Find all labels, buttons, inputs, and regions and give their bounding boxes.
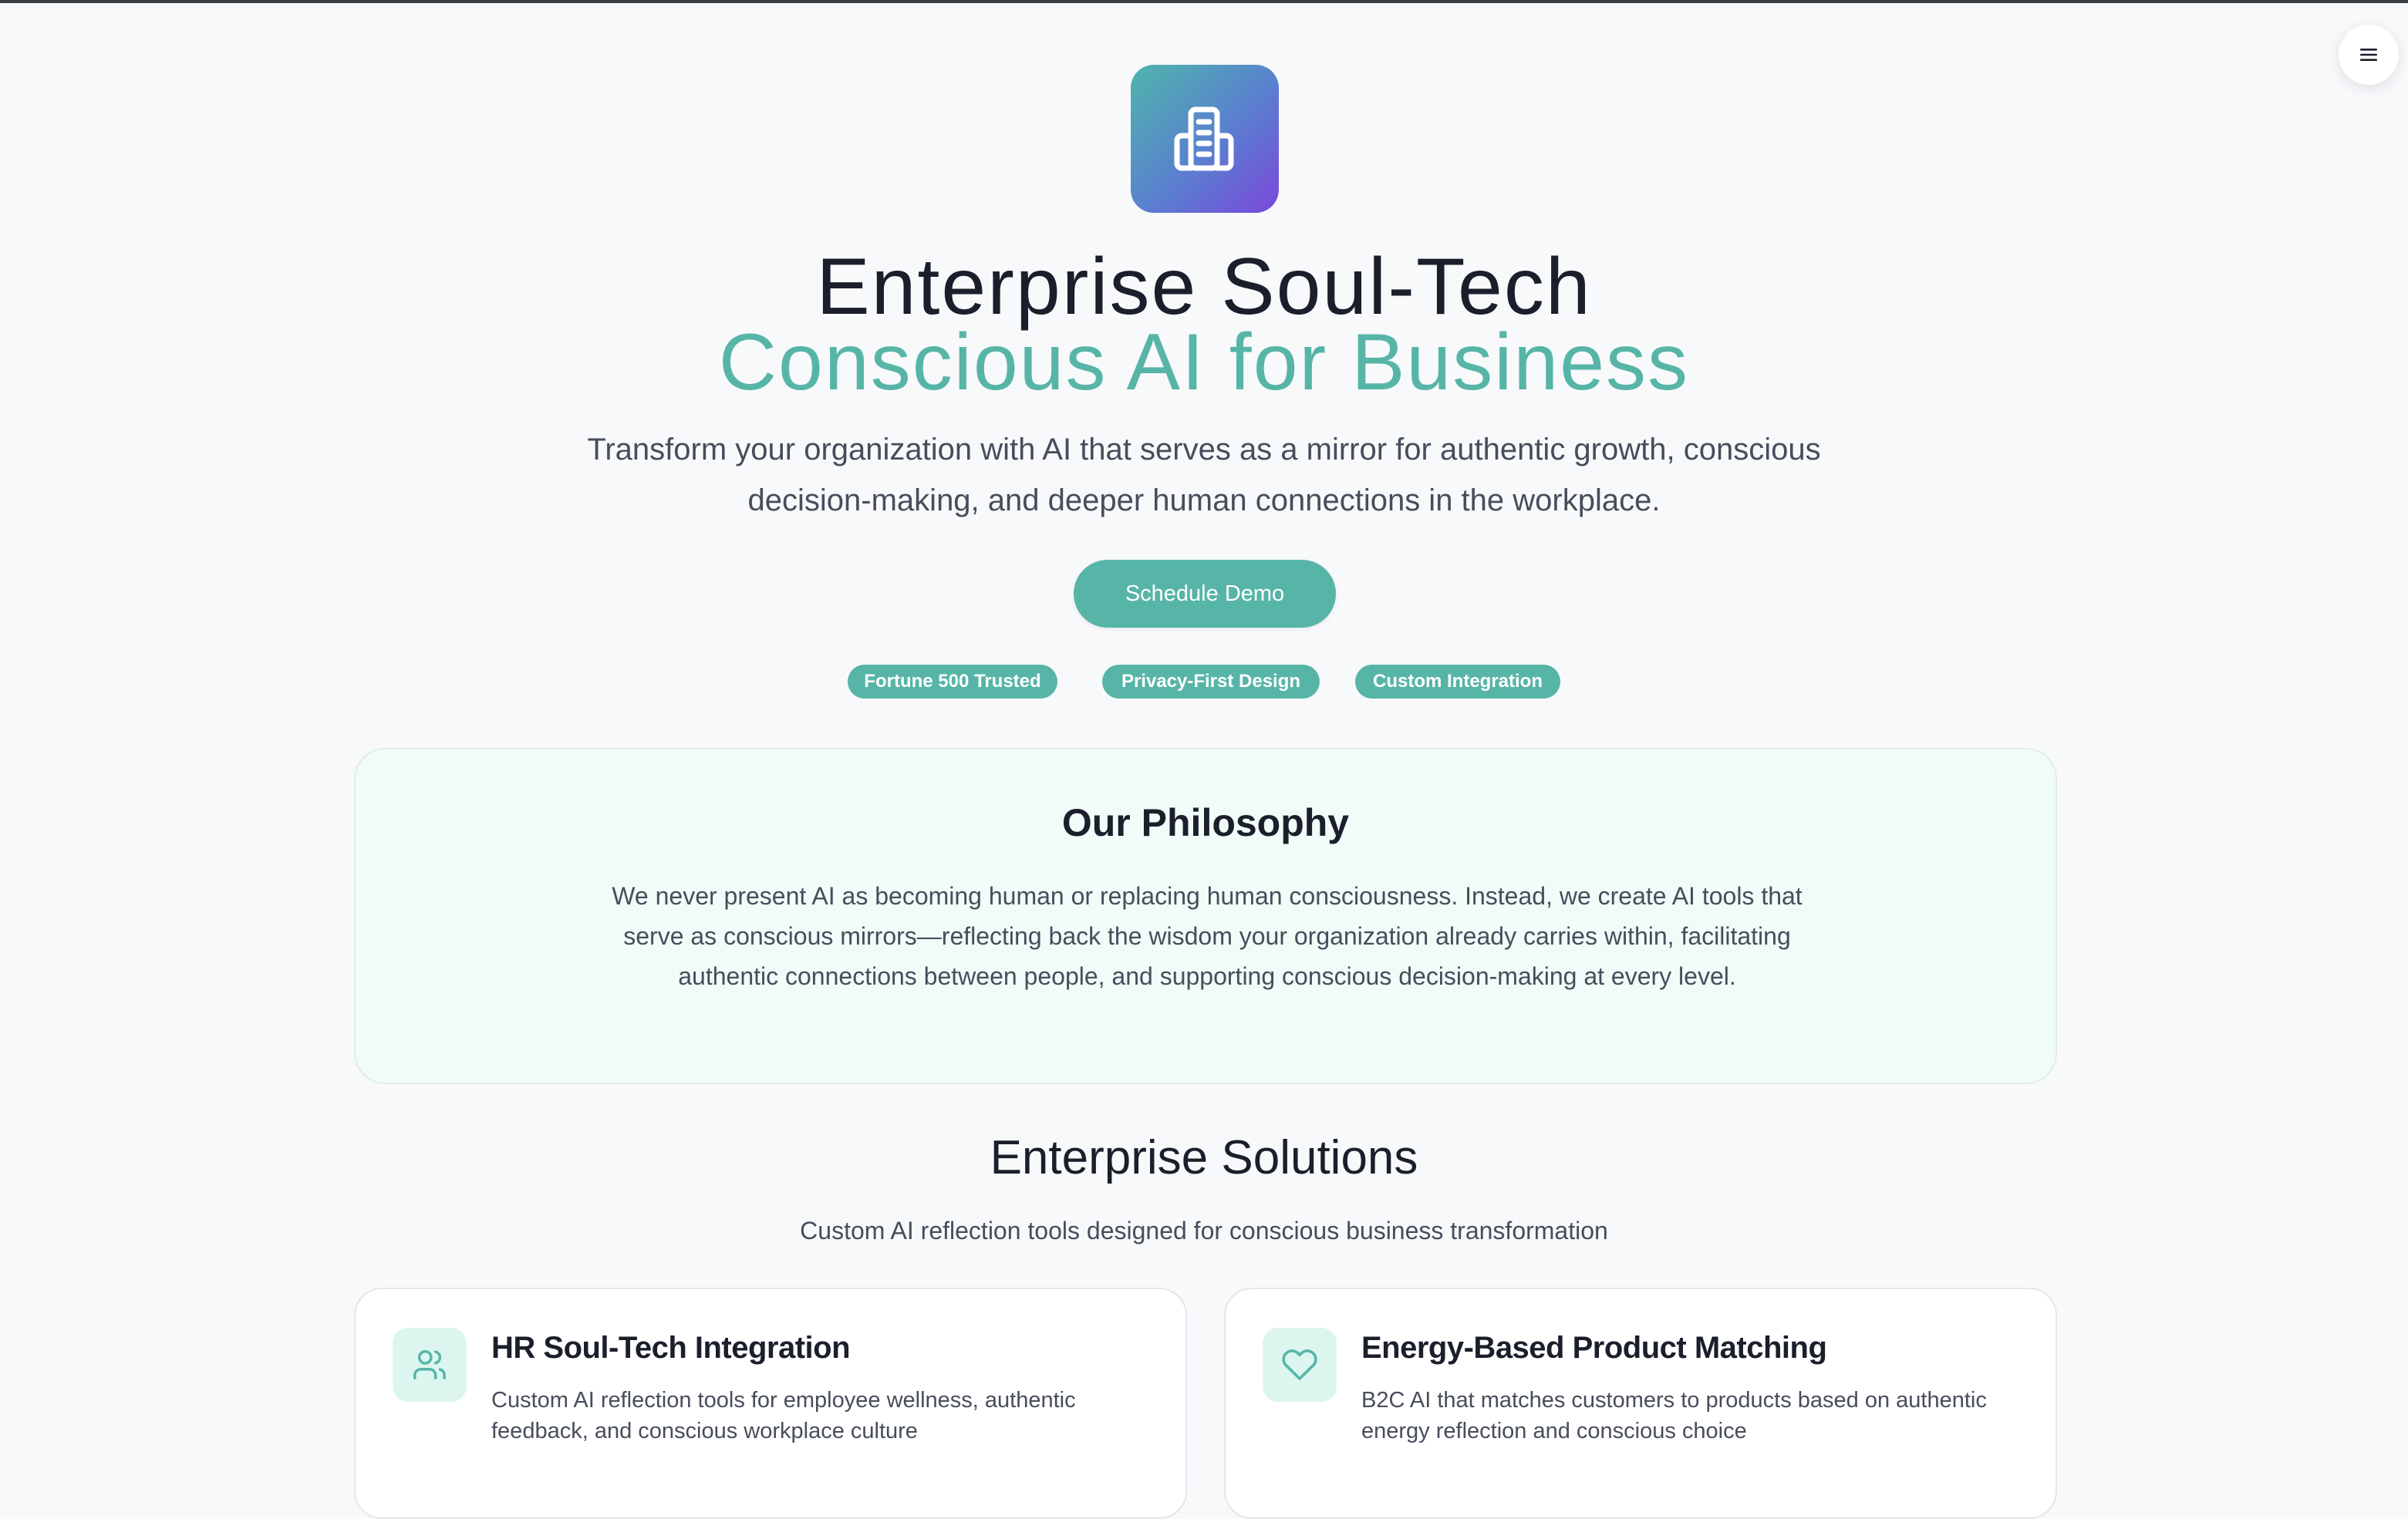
brand-logo [1131, 65, 1279, 213]
card-icon-container [393, 1328, 467, 1402]
schedule-demo-button[interactable]: Schedule Demo [1074, 560, 1336, 628]
users-icon [413, 1350, 446, 1379]
philosophy-heading: Our Philosophy [1061, 801, 1350, 844]
solution-card-product-matching[interactable]: Energy-Based Product Matching B2C AI tha… [1224, 1288, 2057, 1519]
badge-fortune-500: Fortune 500 Trusted [848, 665, 1057, 699]
card-description: Custom AI reflection tools for employee … [491, 1388, 1076, 1443]
top-border [0, 0, 2408, 3]
philosophy-section: Our Philosophy We never present AI as be… [354, 748, 2057, 1084]
solutions-subheading: Custom AI reflection tools designed for … [800, 1217, 1608, 1245]
badge-custom-integration: Custom Integration [1355, 665, 1560, 699]
hero-subtitle: Transform your organization with AI that… [587, 433, 1821, 517]
trust-badges: Fortune 500 Trusted Privacy-First Design… [0, 665, 2408, 699]
solution-card-hr[interactable]: HR Soul-Tech Integration Custom AI refle… [354, 1288, 1187, 1519]
card-description: B2C AI that matches customers to product… [1361, 1388, 1987, 1443]
menu-button[interactable] [2339, 25, 2399, 85]
card-title: Energy-Based Product Matching [1361, 1331, 1827, 1365]
solutions-heading: Enterprise Solutions [990, 1131, 1418, 1184]
badge-privacy-first: Privacy-First Design [1102, 665, 1320, 699]
philosophy-body: We never present AI as becoming human or… [612, 882, 1803, 990]
card-icon-container [1263, 1328, 1337, 1402]
hero-title-highlight: Conscious AI for Business [718, 318, 1690, 407]
card-title: HR Soul-Tech Integration [491, 1331, 851, 1365]
heart-icon [1282, 1349, 1317, 1380]
building-icon [1174, 106, 1234, 171]
hamburger-menu-icon [2360, 49, 2377, 61]
